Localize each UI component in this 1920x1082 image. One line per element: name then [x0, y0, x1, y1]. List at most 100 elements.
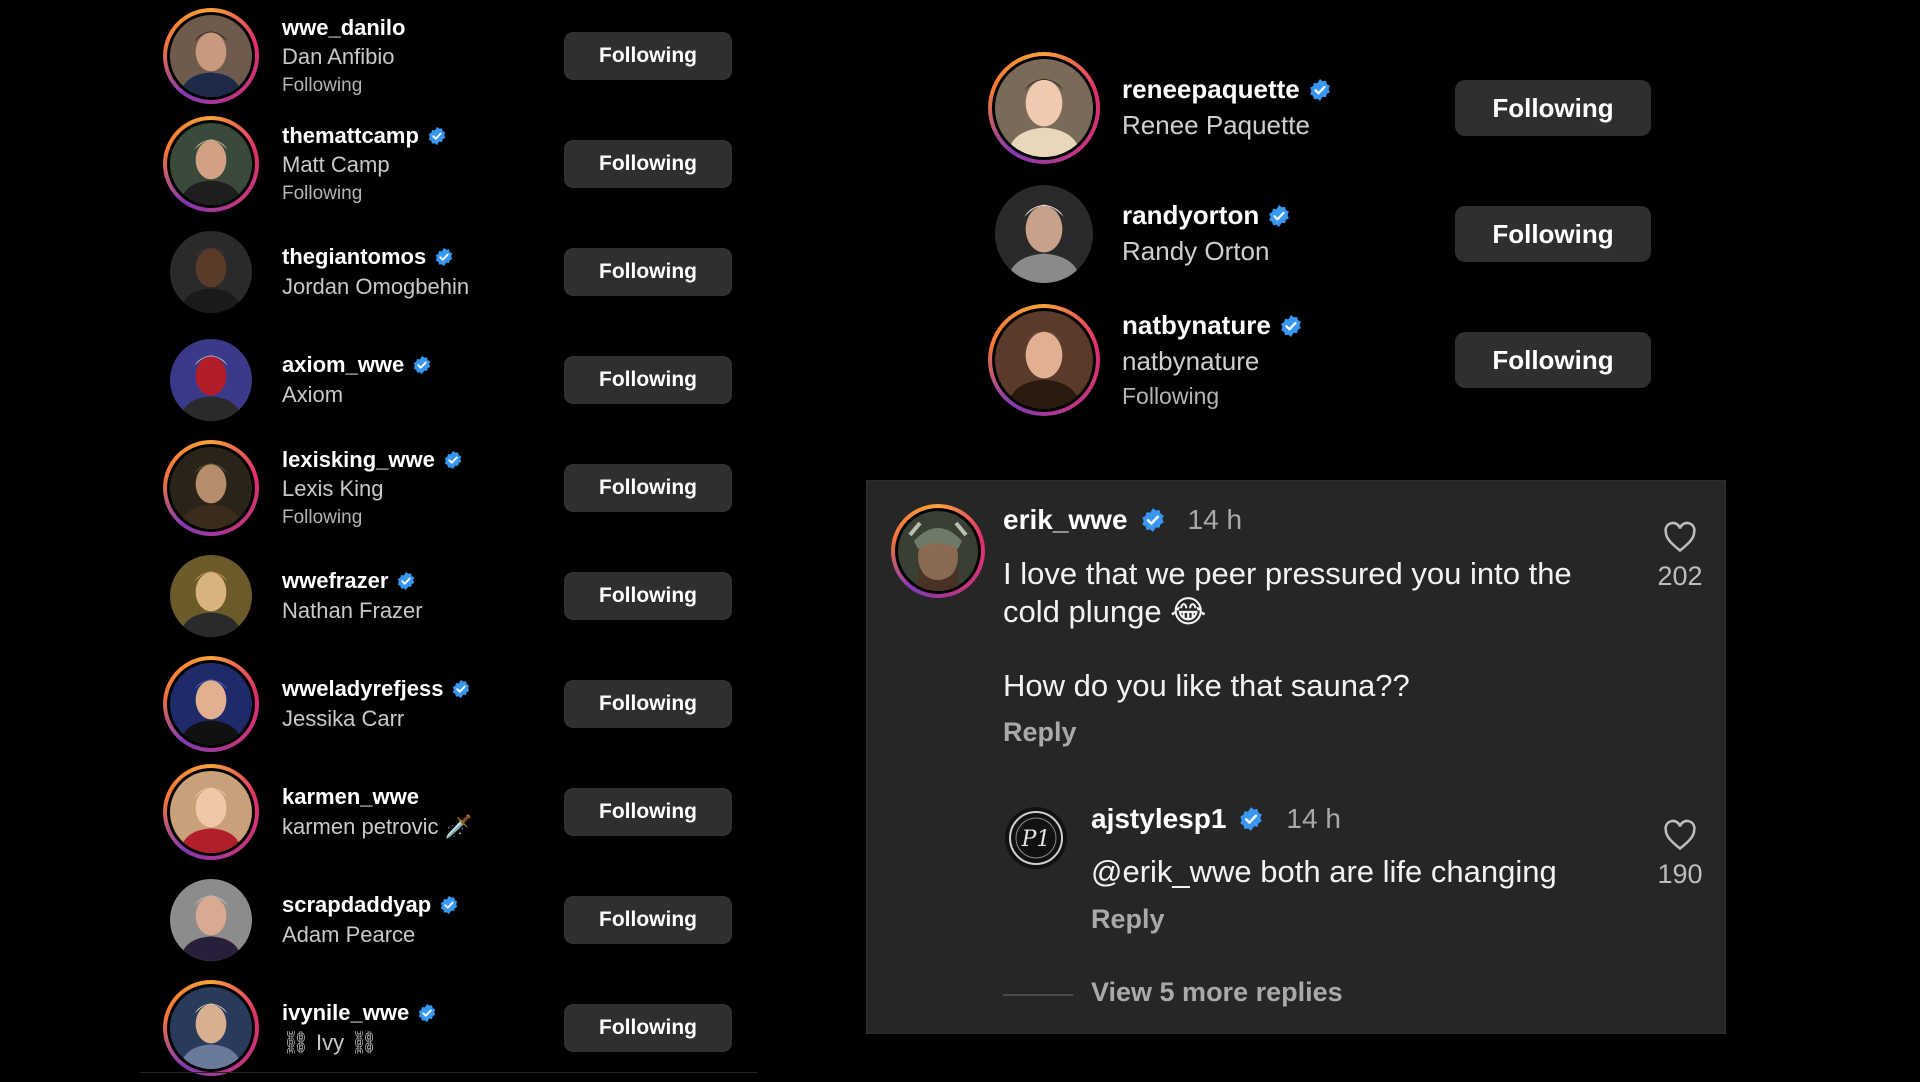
username[interactable]: lexisking_wwe [282, 447, 435, 474]
avatar[interactable] [163, 980, 259, 1076]
verified-badge-icon [453, 679, 470, 699]
comment-time: 14 h [1187, 504, 1243, 535]
avatar-erik-wwe[interactable] [891, 504, 985, 598]
avatar[interactable] [988, 52, 1100, 164]
following-button[interactable]: Following [564, 32, 732, 80]
following-row[interactable]: thegiantomos Jordan Omogbehin Following [163, 218, 745, 326]
svg-text:P1: P1 [1021, 827, 1051, 852]
username[interactable]: reneepaquette [1122, 74, 1300, 106]
comment-text-line: cold plunge 😂 [1003, 594, 1207, 629]
comment-username[interactable]: erik_wwe [1003, 504, 1128, 536]
avatar-image [170, 231, 252, 313]
avatar-image [995, 311, 1093, 409]
following-row[interactable]: lexisking_wwe Lexis King Following Followin… [163, 434, 745, 542]
following-button[interactable]: Following [564, 140, 732, 188]
heart-icon[interactable] [1663, 819, 1697, 851]
heart-icon[interactable] [1663, 521, 1697, 553]
avatar[interactable] [163, 872, 259, 968]
verified-badge-icon [1269, 205, 1290, 228]
avatar[interactable] [163, 8, 259, 104]
following-row[interactable]: wwefrazer Nathan Frazer Following [163, 542, 745, 650]
avatar[interactable] [163, 656, 259, 752]
verified-badge-icon [398, 571, 415, 591]
reply-author[interactable]: ajstylesp1 14 h [1091, 803, 1341, 835]
following-row[interactable]: reneepaquette Renee Paquette Following [988, 48, 1658, 168]
following-button[interactable]: Following [1455, 332, 1651, 388]
verified-badge-icon [428, 126, 446, 146]
following-button[interactable]: Following [564, 788, 732, 836]
verified-badge-icon [1309, 79, 1330, 102]
following-row[interactable]: natbynature natbynature Following Following [988, 300, 1658, 420]
avatar[interactable] [163, 332, 259, 428]
username[interactable]: wwefrazer [282, 568, 388, 595]
reply-button[interactable]: Reply [1091, 904, 1165, 935]
like-control[interactable]: 190 [1645, 819, 1715, 890]
comments-panel: erik_wwe 14 h I love that we peer pressu… [866, 480, 1726, 1034]
comment-text: I love that we peer pressured you into t… [1003, 555, 1572, 705]
following-row[interactable]: themattcamp Matt Camp Following Following [163, 110, 745, 218]
username[interactable]: natbynature [1122, 310, 1271, 342]
following-row[interactable]: scrapdaddyap Adam Pearce Following [163, 866, 745, 974]
avatar-image [170, 663, 252, 745]
view-more-replies-button[interactable]: View 5 more replies [1091, 977, 1343, 1008]
avatar-image [170, 339, 252, 421]
following-button[interactable]: Following [564, 572, 732, 620]
verified-badge-icon [440, 895, 458, 915]
username[interactable]: wweladyrefjess [282, 676, 443, 703]
comment-author[interactable]: erik_wwe 14 h [1003, 504, 1242, 536]
following-button[interactable]: Following [1455, 80, 1651, 136]
avatar[interactable] [163, 224, 259, 320]
avatar-image [170, 555, 252, 637]
avatar-image [170, 123, 252, 205]
username[interactable]: axiom_wwe [282, 352, 404, 379]
following-row[interactable]: ivynile_wwe ⛓ Ivy ⛓ Following [163, 974, 745, 1082]
verified-badge-icon [414, 355, 431, 375]
username[interactable]: thegiantomos [282, 244, 426, 271]
avatar-image [170, 15, 252, 97]
reply-button[interactable]: Reply [1003, 717, 1077, 748]
following-row[interactable]: wwe_danilo Dan Anfibio Following Following [163, 2, 745, 110]
following-button[interactable]: Following [564, 248, 732, 296]
view-more-divider [1003, 994, 1073, 996]
username[interactable]: themattcamp [282, 123, 419, 150]
verified-badge-icon [444, 450, 462, 470]
following-button[interactable]: Following [564, 1004, 732, 1052]
username[interactable]: karmen_wwe [282, 784, 419, 811]
avatar-image [995, 59, 1093, 157]
username[interactable]: randyorton [1122, 200, 1259, 232]
avatar-image [995, 185, 1093, 283]
comment-text-line: How do you like that sauna?? [1003, 668, 1410, 703]
following-button[interactable]: Following [564, 896, 732, 944]
verified-badge-icon [1240, 807, 1263, 831]
reply-time: 14 h [1286, 803, 1341, 834]
avatar[interactable] [163, 548, 259, 644]
avatar[interactable] [163, 440, 259, 536]
avatar[interactable] [163, 764, 259, 860]
username[interactable]: wwe_danilo [282, 15, 405, 42]
like-control[interactable]: 202 [1645, 521, 1715, 592]
avatar[interactable] [163, 116, 259, 212]
like-count: 202 [1657, 561, 1703, 591]
username[interactable]: ivynile_wwe [282, 1000, 409, 1027]
avatar-image [170, 447, 252, 529]
verified-badge-icon [1141, 508, 1164, 532]
avatar-image [898, 511, 978, 591]
following-row[interactable]: axiom_wwe Axiom Following [163, 326, 745, 434]
following-button[interactable]: Following [564, 356, 732, 404]
avatar-image: P1 [1005, 807, 1067, 869]
following-button[interactable]: Following [564, 464, 732, 512]
comment-text-line: I love that we peer pressured you into t… [1003, 556, 1572, 591]
list-divider [140, 1072, 757, 1073]
reply-username[interactable]: ajstylesp1 [1091, 803, 1226, 835]
avatar-image [170, 771, 252, 853]
avatar[interactable] [988, 178, 1100, 290]
following-row[interactable]: karmen_wwe karmen petrovic 🗡️ Following [163, 758, 745, 866]
following-row[interactable]: randyorton Randy Orton Following [988, 174, 1658, 294]
following-row[interactable]: wweladyrefjess Jessika Carr Following [163, 650, 745, 758]
following-button[interactable]: Following [1455, 206, 1651, 262]
following-button[interactable]: Following [564, 680, 732, 728]
avatar[interactable] [988, 304, 1100, 416]
avatar-ajstylesp1[interactable]: P1 [1005, 807, 1067, 869]
verified-badge-icon [435, 247, 453, 267]
username[interactable]: scrapdaddyap [282, 892, 431, 919]
